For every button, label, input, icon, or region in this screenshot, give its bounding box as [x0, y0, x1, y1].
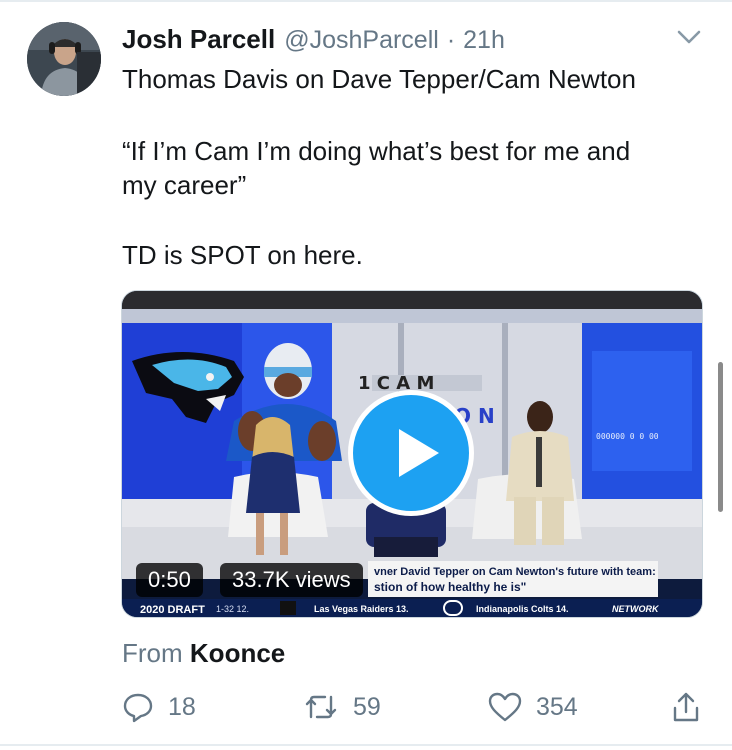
- video-player[interactable]: 1 C A M O N 000000 0 0 00 vner David Tep…: [121, 290, 703, 618]
- ticker-pick: 1-32 12.: [216, 604, 249, 614]
- timestamp[interactable]: 21h: [463, 26, 505, 55]
- attribution-source[interactable]: Koonce: [190, 638, 285, 668]
- ticker-network: NETWORK: [612, 604, 660, 614]
- attribution-prefix: From: [122, 638, 183, 668]
- like-count: 354: [536, 692, 578, 721]
- author-name[interactable]: Josh Parcell: [122, 24, 275, 55]
- video-attribution: From Koonce: [122, 638, 285, 669]
- like-button[interactable]: 354: [488, 690, 578, 724]
- tweet-header: Josh Parcell @JoshParcell · 21h: [122, 24, 505, 60]
- reply-button[interactable]: 18: [122, 690, 196, 724]
- ticker-team-2: Indianapolis Colts 14.: [476, 604, 569, 614]
- heart-icon: [488, 692, 522, 722]
- score-panel-text: 000000 0 0 00: [596, 432, 659, 441]
- avatar[interactable]: [27, 22, 101, 96]
- author-handle[interactable]: @JoshParcell: [284, 26, 439, 55]
- retweet-count: 59: [353, 692, 381, 721]
- avatar-image: [27, 22, 101, 96]
- top-divider: [0, 0, 732, 2]
- bottom-divider: [0, 744, 732, 746]
- share-icon: [673, 692, 699, 722]
- tweet-text-line: TD is SPOT on here.: [122, 240, 363, 270]
- tweet-text-line: my career”: [122, 170, 247, 200]
- play-icon: [399, 429, 439, 477]
- chevron-down-icon[interactable]: [676, 28, 702, 46]
- separator-dot: ·: [446, 26, 456, 54]
- lower-third-line-1: vner David Tepper on Cam Newton's future…: [374, 566, 656, 578]
- ticker-draft: 2020 DRAFT: [140, 604, 205, 616]
- ticker-team-1: Las Vegas Raiders 13.: [314, 604, 409, 614]
- lower-third-line-2: stion of how healthy he is": [374, 580, 526, 594]
- reply-count: 18: [168, 692, 196, 721]
- views-badge: 33.7K views: [220, 563, 363, 597]
- reply-icon: [123, 693, 153, 723]
- retweet-button[interactable]: 59: [303, 690, 381, 724]
- play-button[interactable]: [348, 390, 474, 516]
- retweet-icon: [305, 695, 337, 719]
- scrollbar[interactable]: [718, 362, 723, 512]
- tweet-text-line: “If I’m Cam I’m doing what’s best for me…: [122, 136, 631, 166]
- tweet-text-line: Thomas Davis on Dave Tepper/Cam Newton: [122, 64, 636, 94]
- duration-badge: 0:50: [136, 563, 203, 597]
- share-button[interactable]: [670, 690, 702, 724]
